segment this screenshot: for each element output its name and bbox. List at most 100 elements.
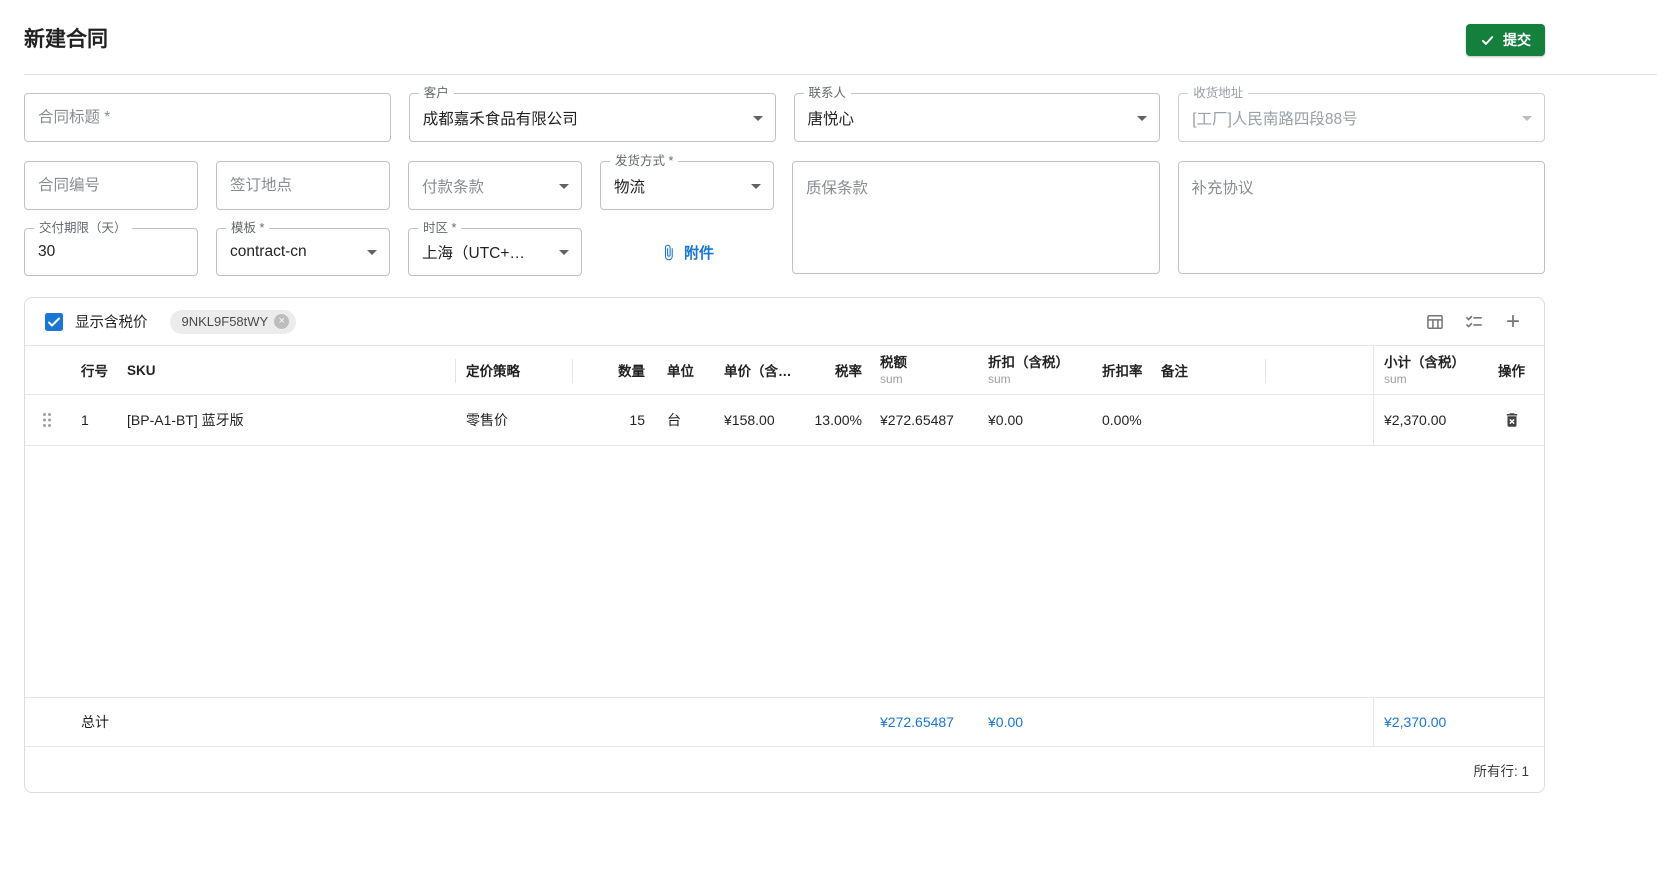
- chip-close-icon[interactable]: ×: [274, 314, 290, 329]
- table-row[interactable]: 1 [BP-A1-BT] 蓝牙版 零售价 15 台 ¥158.00 13.00%…: [25, 395, 1544, 446]
- page-title: 新建合同: [24, 28, 108, 51]
- contract-no-input[interactable]: [25, 162, 197, 209]
- header-tax-rate[interactable]: 税率: [801, 346, 866, 394]
- header-drag-col: [25, 346, 69, 394]
- shipping-address-value: [工厂]人民南路四段88号: [1192, 110, 1358, 128]
- grid-toolbar-icons: +: [1424, 309, 1524, 333]
- header-sku[interactable]: SKU: [111, 346, 456, 394]
- chevron-down-icon: [1522, 115, 1532, 121]
- submit-button-label: 提交: [1503, 32, 1531, 48]
- total-subtotal: ¥2,370.00: [1373, 698, 1479, 746]
- customer-select[interactable]: 客户 成都嘉禾食品有限公司: [408, 86, 776, 142]
- form-row-2: 付款条款 发货方式 * 物流: [24, 154, 774, 210]
- warranty-field: [792, 161, 1160, 274]
- grid-footer: 所有行: 1: [25, 747, 1544, 792]
- contract-title-field: [24, 93, 391, 142]
- attachment-button[interactable]: 附件: [660, 242, 714, 263]
- column-settings-icon[interactable]: [1463, 311, 1485, 333]
- contact-label: 联系人: [803, 86, 852, 101]
- payment-terms-placeholder: 付款条款: [422, 178, 485, 196]
- grid-empty-area: [25, 446, 1544, 697]
- tax-amount-sum-label: sum: [880, 371, 903, 386]
- shipping-address-select[interactable]: 收货地址 [工厂]人民南路四段88号: [1178, 86, 1545, 142]
- shipping-method-select[interactable]: 发货方式 * 物流: [600, 154, 774, 210]
- timezone-value: 上海（UTC+…: [422, 245, 525, 262]
- grid-toolbar: 显示含税价 9NKL9F58tWY × +: [25, 298, 1544, 345]
- signing-place-input[interactable]: [217, 162, 389, 209]
- total-discount: ¥0.00: [988, 714, 1024, 730]
- total-label: 总计: [81, 714, 109, 730]
- supplement-textarea[interactable]: [1178, 162, 1544, 273]
- timezone-select[interactable]: 时区 * 上海（UTC+…: [408, 221, 582, 276]
- contact-value: 唐悦心: [807, 110, 855, 128]
- contract-title-input[interactable]: [25, 94, 390, 141]
- cell-unit-price[interactable]: ¥158.00: [711, 395, 801, 445]
- cell-note[interactable]: [1146, 395, 1266, 445]
- header-actions: 操作: [1498, 364, 1525, 379]
- cell-qty[interactable]: 15: [573, 395, 651, 445]
- header-unit-price[interactable]: 单价（含…: [711, 346, 801, 394]
- check-icon: [1480, 33, 1495, 48]
- cell-tax-rate[interactable]: 13.00%: [801, 395, 866, 445]
- grid-header-row: 行号 SKU 定价策略 数量 单位 单价（含… 税率 税额 sum 折扣（含税）…: [25, 345, 1544, 395]
- chevron-down-icon: [751, 183, 761, 189]
- signing-place-field: [216, 161, 390, 210]
- header-discount-rate[interactable]: 折扣率: [1091, 346, 1146, 394]
- payment-terms-select[interactable]: 付款条款: [408, 161, 582, 210]
- customer-label: 客户: [418, 86, 454, 101]
- cell-discount[interactable]: ¥0.00: [976, 395, 1091, 445]
- export-table-icon[interactable]: [1424, 311, 1446, 333]
- filter-tag-chip[interactable]: 9NKL9F58tWY ×: [169, 309, 297, 334]
- contract-form-page: 新建合同 提交 客户 成都嘉禾食品有限公司 联系人 唐悦心: [0, 0, 1680, 793]
- cell-tax-amount: ¥272.65487: [880, 412, 954, 428]
- header-pricing[interactable]: 定价策略: [456, 346, 573, 394]
- delete-row-icon[interactable]: [1503, 411, 1521, 429]
- form-left-column: 付款条款 发货方式 * 物流 交付期限（天） 模板 *: [24, 154, 774, 276]
- header-qty[interactable]: 数量: [573, 346, 651, 394]
- chevron-down-icon: [559, 183, 569, 189]
- contact-select[interactable]: 联系人 唐悦心: [793, 86, 1161, 142]
- template-label: 模板 *: [226, 221, 270, 236]
- form-row-3: 交付期限（天） 模板 * contract-cn 时区 * 上海（UTC+…: [24, 221, 774, 276]
- supplement-field: [1177, 161, 1545, 274]
- contract-no-field: [24, 161, 198, 210]
- cell-line-no: 1: [81, 412, 89, 428]
- warranty-textarea[interactable]: [793, 162, 1159, 273]
- show-tax-checkbox[interactable]: [45, 312, 63, 331]
- cell-sku[interactable]: [BP-A1-BT] 蓝牙版: [111, 395, 456, 445]
- template-select[interactable]: 模板 * contract-cn: [216, 221, 390, 276]
- header-divider: [24, 74, 1657, 75]
- show-tax-label: 显示含税价: [75, 315, 148, 331]
- drag-handle-icon[interactable]: [42, 412, 52, 428]
- submit-button[interactable]: 提交: [1466, 24, 1545, 56]
- header-tax-amount[interactable]: 税额 sum: [866, 346, 976, 394]
- header-discount[interactable]: 折扣（含税） sum: [976, 346, 1091, 394]
- shipping-method-value: 物流: [614, 178, 646, 196]
- timezone-label: 时区 *: [418, 221, 462, 236]
- customer-value: 成都嘉禾食品有限公司: [422, 110, 578, 128]
- paperclip-icon: [660, 244, 677, 261]
- add-row-icon[interactable]: +: [1502, 309, 1524, 333]
- cell-discount-rate[interactable]: 0.00%: [1091, 395, 1146, 445]
- shipping-method-label: 发货方式 *: [610, 154, 679, 169]
- cell-pricing[interactable]: 零售价: [456, 395, 573, 445]
- header-subtotal[interactable]: 小计（含税） sum: [1373, 346, 1479, 394]
- chevron-down-icon: [1137, 115, 1148, 121]
- cell-spacer: [1266, 395, 1373, 445]
- header-unit[interactable]: 单位: [651, 346, 711, 394]
- form-row-1: 客户 成都嘉禾食品有限公司 联系人 唐悦心 收货地址 [工厂]人民南路四段88号: [24, 86, 1545, 142]
- attachment-slot: 附件: [600, 228, 774, 276]
- attachment-label: 附件: [683, 244, 714, 262]
- cell-subtotal: ¥2,370.00: [1373, 395, 1479, 445]
- filter-tag-text: 9NKL9F58tWY: [181, 314, 269, 329]
- delivery-days-field: 交付期限（天）: [24, 221, 198, 276]
- cell-unit[interactable]: 台: [651, 395, 711, 445]
- total-tax-amount: ¥272.65487: [880, 714, 954, 730]
- cell-actions: [1479, 395, 1544, 445]
- discount-sum-label: sum: [988, 371, 1011, 386]
- subtotal-sum-label: sum: [1384, 371, 1407, 386]
- header-note[interactable]: 备注: [1146, 346, 1266, 394]
- shipping-address-label: 收货地址: [1188, 86, 1249, 101]
- chevron-down-icon: [559, 250, 569, 255]
- grid-total-row: 总计 ¥272.65487 ¥0.00 ¥2,370.00: [25, 697, 1544, 747]
